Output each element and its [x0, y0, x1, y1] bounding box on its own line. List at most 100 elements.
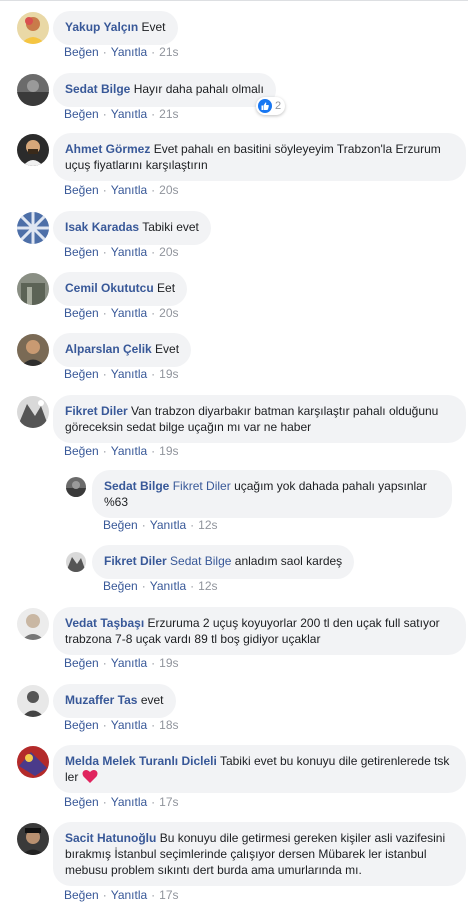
timestamp[interactable]: 20s [159, 245, 178, 259]
comment-bubble: Muzaffer Tas evet [53, 684, 176, 718]
reply-link[interactable]: Yanıtla [111, 107, 147, 121]
reply-link[interactable]: Yanıtla [111, 245, 147, 259]
avatar[interactable] [17, 273, 49, 305]
comment-actions: Beğen · Yanıtla · 20s [64, 183, 179, 197]
comment-bubble: Ahmet Görmez Evet pahalı en basitini söy… [53, 133, 466, 181]
timestamp[interactable]: 17s [159, 888, 178, 902]
timestamp[interactable]: 17s [159, 795, 178, 809]
comment-bubble: Melda Melek Turanlı Dicleli Tabiki evet … [53, 745, 466, 793]
reaction-count: 2 [275, 100, 282, 112]
avatar[interactable] [17, 134, 49, 166]
like-link[interactable]: Beğen [64, 45, 99, 59]
avatar[interactable] [17, 746, 49, 778]
reply-link[interactable]: Yanıtla [111, 718, 147, 732]
avatar[interactable] [17, 74, 49, 106]
reaction-badge[interactable]: 2 [256, 97, 286, 115]
reply-link[interactable]: Yanıtla [111, 367, 147, 381]
reply-link[interactable]: Yanıtla [111, 888, 147, 902]
avatar[interactable] [66, 477, 86, 497]
avatar[interactable] [17, 396, 49, 428]
timestamp[interactable]: 19s [159, 367, 178, 381]
reply-link[interactable]: Yanıtla [111, 444, 147, 458]
comment-actions: Beğen · Yanıtla · 12s [103, 579, 218, 593]
avatar[interactable] [17, 334, 49, 366]
author-name[interactable]: Yakup Yalçın [65, 20, 138, 34]
comment-text: anladım saol kardeş [234, 554, 343, 568]
timestamp[interactable]: 21s [159, 45, 178, 59]
comment-bubble: Vedat Taşbaşı Erzuruma 2 uçuş koyuyorlar… [53, 607, 466, 655]
comment-actions: Beğen · Yanıtla · 17s [64, 888, 179, 902]
comment-text: Eet [157, 281, 176, 295]
mention-link[interactable]: Fikret Diler [173, 479, 231, 493]
author-name[interactable]: Melda Melek Turanlı Dicleli [65, 754, 217, 768]
comment-actions: Beğen · Yanıtla · 19s [64, 656, 179, 670]
comment-bubble: Sedat Bilge Hayır daha pahalı olmalı [53, 73, 276, 107]
reply-link[interactable]: Yanıtla [111, 795, 147, 809]
author-name[interactable]: Fikret Diler [104, 554, 167, 568]
avatar[interactable] [17, 608, 49, 640]
like-link[interactable]: Beğen [64, 107, 99, 121]
comment-bubble: Yakup Yalçın Evet [53, 11, 178, 45]
like-link[interactable]: Beğen [64, 367, 99, 381]
avatar[interactable] [17, 12, 49, 44]
author-name[interactable]: Ahmet Görmez [65, 142, 150, 156]
comment-actions: Beğen · Yanıtla · 17s [64, 795, 179, 809]
comment-text: Evet [155, 342, 180, 356]
avatar[interactable] [66, 552, 86, 572]
author-name[interactable]: Sacit Hatunoğlu [65, 831, 156, 845]
author-name[interactable]: Alparslan Çelik [65, 342, 152, 356]
comment-bubble: Isak Karadas Tabiki evet [53, 211, 211, 245]
author-name[interactable]: Sedat Bilge [65, 82, 130, 96]
comment-bubble: Sacit Hatunoğlu Bu konuyu dile getirmesi… [53, 822, 466, 886]
timestamp[interactable]: 21s [159, 107, 178, 121]
author-name[interactable]: Cemil Okututcu [65, 281, 154, 295]
heart-icon [82, 769, 98, 788]
author-name[interactable]: Sedat Bilge [104, 479, 169, 493]
timestamp[interactable]: 20s [159, 183, 178, 197]
comment-actions: Beğen · Yanıtla · 12s [103, 518, 218, 532]
comment-actions: Beğen · Yanıtla · 18s [64, 718, 179, 732]
comment-text: Hayır daha pahalı olmalı [133, 82, 264, 96]
top-divider [0, 0, 468, 1]
timestamp[interactable]: 19s [159, 656, 178, 670]
author-name[interactable]: Muzaffer Tas [65, 693, 137, 707]
like-link[interactable]: Beğen [64, 183, 99, 197]
like-link[interactable]: Beğen [64, 718, 99, 732]
reply-link[interactable]: Yanıtla [111, 656, 147, 670]
comment-bubble: Fikret Diler Sedat Bilge anladım saol ka… [92, 545, 355, 579]
comment-actions: Beğen · Yanıtla · 20s [64, 306, 179, 320]
like-link[interactable]: Beğen [64, 656, 99, 670]
thumbs-up-icon [258, 99, 272, 113]
mention-link[interactable]: Sedat Bilge [170, 554, 231, 568]
like-link[interactable]: Beğen [64, 245, 99, 259]
comment-text: evet [140, 693, 164, 707]
timestamp[interactable]: 19s [159, 444, 178, 458]
avatar[interactable] [17, 212, 49, 244]
like-link[interactable]: Beğen [64, 306, 99, 320]
timestamp[interactable]: 20s [159, 306, 178, 320]
author-name[interactable]: Isak Karadas [65, 220, 139, 234]
author-name[interactable]: Fikret Diler [65, 404, 128, 418]
reply-link[interactable]: Yanıtla [150, 518, 186, 532]
author-name[interactable]: Vedat Taşbaşı [65, 616, 144, 630]
comment-actions: Beğen · Yanıtla · 21s [64, 107, 179, 121]
like-link[interactable]: Beğen [103, 579, 138, 593]
timestamp[interactable]: 18s [159, 718, 178, 732]
avatar[interactable] [17, 685, 49, 717]
reply-link[interactable]: Yanıtla [150, 579, 186, 593]
avatar[interactable] [17, 823, 49, 855]
like-link[interactable]: Beğen [103, 518, 138, 532]
comment-text: Tabiki evet [142, 220, 199, 234]
comment-bubble: Fikret Diler Van trabzon diyarbakır batm… [53, 395, 466, 443]
like-link[interactable]: Beğen [64, 888, 99, 902]
comment-bubble: Alparslan Çelik Evet [53, 333, 192, 367]
reply-link[interactable]: Yanıtla [111, 306, 147, 320]
timestamp[interactable]: 12s [198, 579, 217, 593]
reply-link[interactable]: Yanıtla [111, 45, 147, 59]
timestamp[interactable]: 12s [198, 518, 217, 532]
like-link[interactable]: Beğen [64, 795, 99, 809]
reply-link[interactable]: Yanıtla [111, 183, 147, 197]
like-link[interactable]: Beğen [64, 444, 99, 458]
comment-actions: Beğen · Yanıtla · 19s [64, 367, 179, 381]
comment-actions: Beğen · Yanıtla · 19s [64, 444, 179, 458]
